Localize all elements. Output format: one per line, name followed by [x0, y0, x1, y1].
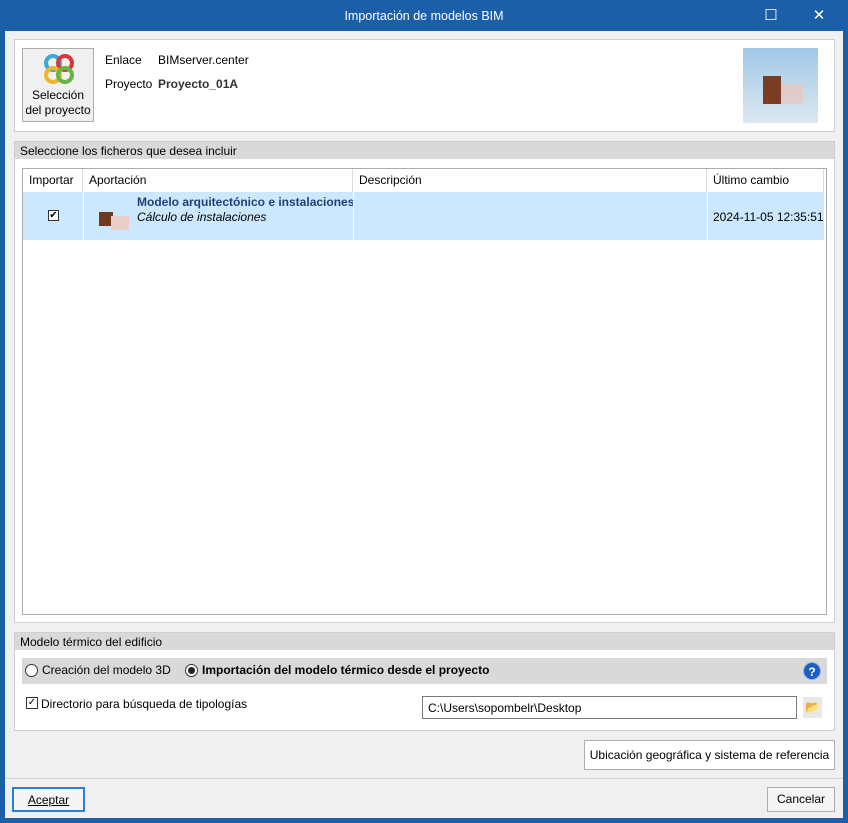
- column-header-last-change[interactable]: Último cambio: [707, 169, 824, 192]
- table-row[interactable]: ✔ Modelo arquitectónico e instalaciones …: [23, 192, 824, 240]
- column-header-description[interactable]: Descripción: [353, 169, 707, 192]
- folder-open-icon[interactable]: 📂: [803, 697, 822, 718]
- link-value: BIMserver.center: [158, 53, 249, 67]
- project-value: Proyecto_01A: [158, 77, 239, 91]
- row-title: Modelo arquitectónico e instalaciones: [137, 195, 355, 209]
- files-table: Importar Aportación Descripción Último c…: [22, 168, 827, 615]
- import-checkbox[interactable]: ✔: [48, 210, 59, 221]
- row-subtitle: Cálculo de instalaciones: [137, 210, 267, 224]
- help-icon[interactable]: ?: [803, 662, 821, 680]
- column-header-import[interactable]: Importar: [23, 169, 83, 192]
- thermal-section-header: Modelo térmico del edificio: [14, 632, 835, 651]
- radio-create-label[interactable]: Creación del modelo 3D: [42, 663, 171, 677]
- select-project-button[interactable]: Selección del proyecto: [22, 48, 94, 122]
- project-label: Proyecto: [105, 77, 153, 91]
- accept-button[interactable]: Aceptar: [12, 787, 85, 812]
- directory-input[interactable]: C:\Users\sopombelr\Desktop: [422, 696, 797, 719]
- thermal-options-bar: Creación del modelo 3D Importación del m…: [22, 658, 827, 684]
- files-section-header: Seleccione los ficheros que desea inclui…: [14, 141, 835, 160]
- radio-create-model[interactable]: [25, 664, 38, 677]
- column-header-contribution[interactable]: Aportación: [83, 169, 353, 192]
- link-label: Enlace: [105, 53, 142, 67]
- geo-location-button[interactable]: Ubicación geográfica y sistema de refere…: [584, 740, 835, 770]
- bimserver-logo-icon: [44, 54, 74, 84]
- select-project-label: Selección del proyecto: [25, 88, 91, 117]
- close-icon[interactable]: ✕: [809, 6, 829, 26]
- row-last-change: 2024-11-05 12:35:51: [713, 210, 824, 224]
- radio-import-thermal[interactable]: [185, 664, 198, 677]
- window-title: Importación de modelos BIM: [344, 9, 504, 23]
- divider: [5, 778, 843, 779]
- directory-label: Directorio para búsqueda de tipologías: [41, 697, 248, 711]
- title-bar: Importación de modelos BIM ☐ ✕: [0, 0, 848, 31]
- building-model-icon: [95, 208, 131, 232]
- radio-import-label[interactable]: Importación del modelo térmico desde el …: [202, 663, 489, 677]
- cancel-button[interactable]: Cancelar: [767, 787, 835, 812]
- directory-checkbox[interactable]: ✓: [26, 697, 38, 709]
- maximize-icon[interactable]: ☐: [761, 6, 781, 26]
- project-thumbnail: [743, 48, 818, 123]
